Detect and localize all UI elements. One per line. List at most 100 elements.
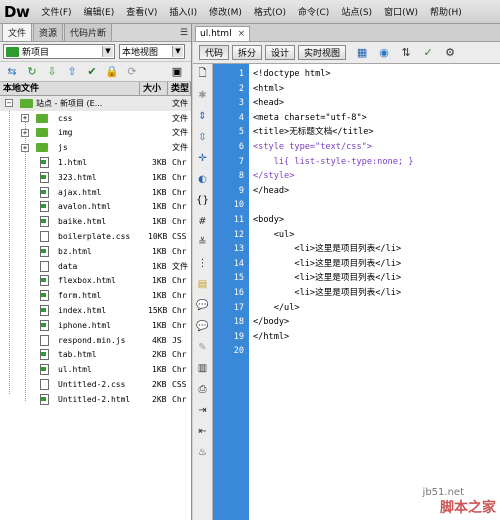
- tree-file[interactable]: index.html 15KB Chr: [0, 303, 191, 318]
- code-line: <body>: [253, 214, 285, 225]
- expand-icon[interactable]: +: [21, 143, 29, 152]
- tab-snippets[interactable]: 代码片断: [64, 23, 113, 41]
- open-documents-icon[interactable]: 🗋: [193, 64, 212, 85]
- check-in-icon[interactable]: 🔒: [103, 64, 121, 80]
- format-source-icon[interactable]: ♨: [193, 442, 212, 463]
- code-line: </ul>: [253, 302, 300, 313]
- tree-file[interactable]: flexbox.html 1KB Chr: [0, 274, 191, 289]
- recent-snippets-icon[interactable]: ▥: [193, 358, 212, 379]
- tree-file[interactable]: form.html 1KB Chr: [0, 288, 191, 303]
- apply-comment-icon[interactable]: 💬: [193, 295, 212, 316]
- live-view-button[interactable]: 实时视图: [298, 45, 347, 60]
- tree-file[interactable]: bz.html 1KB Chr: [0, 244, 191, 259]
- connect-icon[interactable]: ⇆: [3, 64, 21, 80]
- split-view-button[interactable]: 拆分: [232, 45, 263, 60]
- highlight-invalid-icon[interactable]: ≚: [193, 232, 212, 253]
- tree-folder[interactable]: + js 文件: [0, 140, 191, 155]
- file-name: bz.html: [58, 246, 92, 256]
- tree-file[interactable]: boilerplate.css 10KB CSS: [0, 229, 191, 244]
- expand-all-icon[interactable]: ✛: [193, 148, 212, 169]
- panel-menu-icon[interactable]: ☰: [180, 28, 188, 38]
- file-size: 1KB: [152, 291, 167, 301]
- expand-icon[interactable]: +: [21, 114, 29, 123]
- line-numbers-icon[interactable]: #: [193, 211, 212, 232]
- file-management-icon[interactable]: ⇅: [397, 45, 415, 61]
- tree-file[interactable]: 323.html 1KB Chr: [0, 170, 191, 185]
- close-icon[interactable]: ×: [238, 29, 246, 39]
- menu-site[interactable]: 站点(S): [341, 5, 372, 18]
- tree-file[interactable]: Untitled-2.html 2KB Chr: [0, 392, 191, 407]
- file-name: Untitled-2.html: [58, 394, 131, 404]
- tab-assets[interactable]: 资源: [33, 23, 64, 41]
- put-files-icon[interactable]: ⇧: [63, 64, 81, 80]
- column-type[interactable]: 类型: [168, 82, 191, 95]
- menu-insert[interactable]: 插入(I): [169, 5, 197, 18]
- tree-file[interactable]: ul.html 1KB Chr: [0, 362, 191, 377]
- collapse-icon[interactable]: −: [5, 99, 13, 108]
- refresh-icon[interactable]: ↻: [23, 64, 41, 80]
- menu-modify[interactable]: 修改(M): [209, 5, 242, 18]
- show-code-navigator-icon[interactable]: ✱: [193, 85, 212, 106]
- balance-braces-icon[interactable]: {}: [193, 190, 212, 211]
- root-name: 站点 - 新项目 (E...: [36, 98, 103, 108]
- multiscreen-icon[interactable]: ▦: [353, 45, 371, 61]
- folder-name: css: [58, 113, 73, 123]
- code-text[interactable]: <!doctype html> <html> <head> <meta char…: [249, 64, 500, 520]
- tree-file[interactable]: ajax.html 1KB Chr: [0, 185, 191, 200]
- document-tab[interactable]: ul.html ×: [195, 26, 251, 41]
- select-parent-tag-icon[interactable]: ◐: [193, 169, 212, 190]
- tab-files[interactable]: 文件: [2, 23, 33, 41]
- collapse-full-tag-icon[interactable]: ⇕: [193, 106, 212, 127]
- tree-file[interactable]: tab.html 2KB Chr: [0, 348, 191, 363]
- tree-file[interactable]: iphone.html 1KB Chr: [0, 318, 191, 333]
- chevron-down-icon: ▼: [172, 46, 183, 57]
- view-select[interactable]: 本地视图 ▼: [119, 44, 185, 59]
- site-select[interactable]: 新项目 ▼: [3, 44, 115, 59]
- line-number: 19: [233, 331, 244, 342]
- check-out-icon[interactable]: ✔: [83, 64, 101, 80]
- code-line: <html>: [253, 83, 285, 94]
- tree-root[interactable]: − 站点 - 新项目 (E... 文件: [0, 96, 191, 111]
- expand-icon[interactable]: ▣: [168, 64, 186, 80]
- visual-aids-icon[interactable]: ⚙: [441, 45, 459, 61]
- tree-folder[interactable]: + css 文件: [0, 111, 191, 126]
- tree-file[interactable]: Untitled-2.css 2KB CSS: [0, 377, 191, 392]
- column-size[interactable]: 大小: [140, 82, 168, 95]
- file-type: Chr: [172, 276, 187, 286]
- preview-browser-icon[interactable]: ◉: [375, 45, 393, 61]
- validate-icon[interactable]: ✓: [419, 45, 437, 61]
- menu-view[interactable]: 查看(V): [126, 5, 157, 18]
- tree-file[interactable]: 1.html 3KB Chr: [0, 155, 191, 170]
- tree-file[interactable]: respond.min.js 4KB JS: [0, 333, 191, 348]
- info-bar-icon[interactable]: ▤: [193, 274, 212, 295]
- code-line: <li>这里是项目列表</li>: [253, 244, 402, 255]
- expand-icon[interactable]: +: [21, 128, 29, 137]
- file-size: 1KB: [152, 217, 167, 227]
- sync-icon[interactable]: ⟳: [123, 64, 141, 80]
- get-files-icon[interactable]: ⇩: [43, 64, 61, 80]
- menu-help[interactable]: 帮助(H): [430, 5, 462, 18]
- tree-file[interactable]: baike.html 1KB Chr: [0, 214, 191, 229]
- syntax-error-icon[interactable]: ⋮: [193, 253, 212, 274]
- indent-code-icon[interactable]: ⇥: [193, 400, 212, 421]
- menu-commands[interactable]: 命令(C): [298, 5, 329, 18]
- folder-type: 文件: [172, 113, 188, 123]
- menu-format[interactable]: 格式(O): [254, 5, 286, 18]
- tree-file[interactable]: data 1KB 文件: [0, 259, 191, 274]
- collapse-selection-icon[interactable]: ⇳: [193, 127, 212, 148]
- tree-file[interactable]: avalon.html 1KB Chr: [0, 200, 191, 215]
- tree-folder[interactable]: + img 文件: [0, 126, 191, 141]
- code-view-button[interactable]: 代码: [199, 45, 230, 60]
- remove-comment-icon[interactable]: 💬: [193, 316, 212, 337]
- outdent-code-icon[interactable]: ⇤: [193, 421, 212, 442]
- wrap-tag-icon[interactable]: ✎: [193, 337, 212, 358]
- move-css-icon[interactable]: ⎙: [193, 379, 212, 400]
- design-view-button[interactable]: 设计: [265, 45, 296, 60]
- menu-window[interactable]: 窗口(W): [384, 5, 418, 18]
- line-number: 18: [233, 317, 244, 328]
- code-line: <style type="text/css">: [253, 141, 372, 152]
- column-name[interactable]: 本地文件: [0, 82, 140, 95]
- menu-edit[interactable]: 编辑(E): [84, 5, 115, 18]
- menu-file[interactable]: 文件(F): [41, 5, 71, 18]
- code-line: <!doctype html>: [253, 69, 331, 79]
